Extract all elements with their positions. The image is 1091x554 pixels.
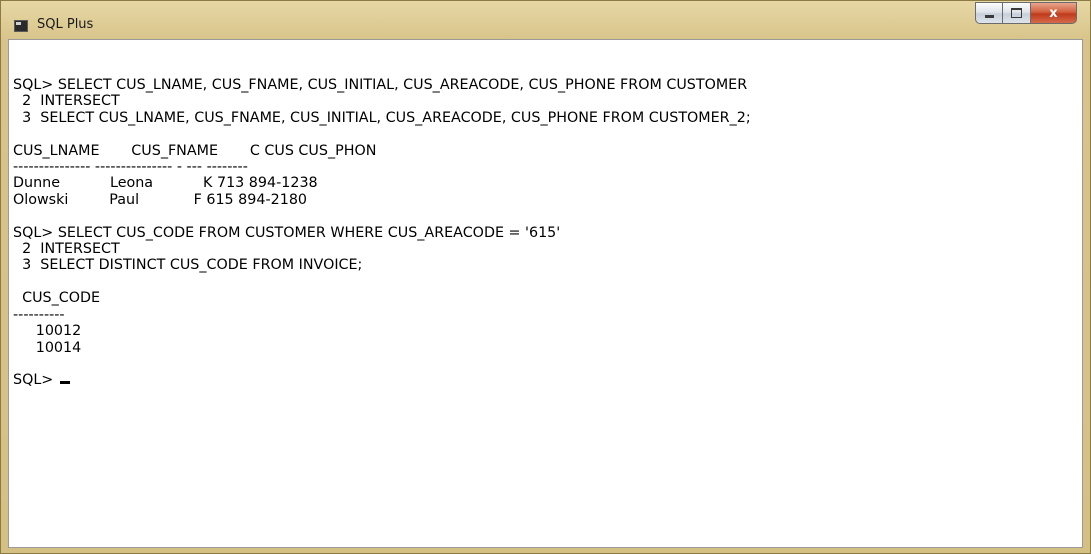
sql-prompt: SQL>	[13, 372, 58, 389]
console-line: 10014	[13, 339, 82, 356]
minimize-button[interactable]	[975, 2, 1003, 24]
maximize-icon	[1011, 8, 1022, 18]
console-line: SQL> SELECT CUS_LNAME, CUS_FNAME, CUS_IN…	[13, 77, 748, 93]
close-icon: x	[1049, 5, 1058, 21]
console-line: 2 INTERSECT	[13, 241, 120, 258]
text-cursor	[59, 381, 70, 385]
console-line: 10012	[13, 323, 82, 340]
console-line: --------------- --------------- - --- --…	[13, 159, 248, 176]
console-icon[interactable]	[14, 20, 28, 32]
console-line: 3 SELECT DISTINCT CUS_CODE FROM INVOICE;	[13, 257, 363, 274]
minimize-icon	[984, 14, 994, 18]
title-bar[interactable]: SQL Plus x	[1, 1, 1090, 39]
maximize-button[interactable]	[1003, 2, 1031, 24]
console-line: Olowski Paul F 615 894-2180	[13, 191, 308, 208]
console-line: SQL> SELECT CUS_CODE FROM CUSTOMER WHERE…	[13, 224, 561, 241]
console-line: CUS_LNAME CUS_FNAME C CUS CUS_PHON	[13, 142, 377, 159]
console-output[interactable]: SQL> SELECT CUS_LNAME, CUS_FNAME, CUS_IN…	[8, 39, 1083, 548]
window-title: SQL Plus	[37, 17, 94, 32]
console-text: SQL> SELECT CUS_LNAME, CUS_FNAME, CUS_IN…	[13, 77, 751, 389]
sqlplus-window: SQL Plus x SQL> SELECT CUS_LNAME, CUS_FN…	[0, 0, 1091, 554]
console-line: Dunne Leona K 713 894-1238	[13, 175, 318, 192]
console-line: 2 INTERSECT	[13, 93, 120, 110]
console-line: ----------	[13, 306, 65, 323]
console-line: CUS_CODE	[13, 290, 101, 307]
caption-buttons: x	[975, 2, 1077, 24]
console-line: 3 SELECT CUS_LNAME, CUS_FNAME, CUS_INITI…	[13, 109, 751, 126]
close-button[interactable]: x	[1031, 2, 1077, 24]
